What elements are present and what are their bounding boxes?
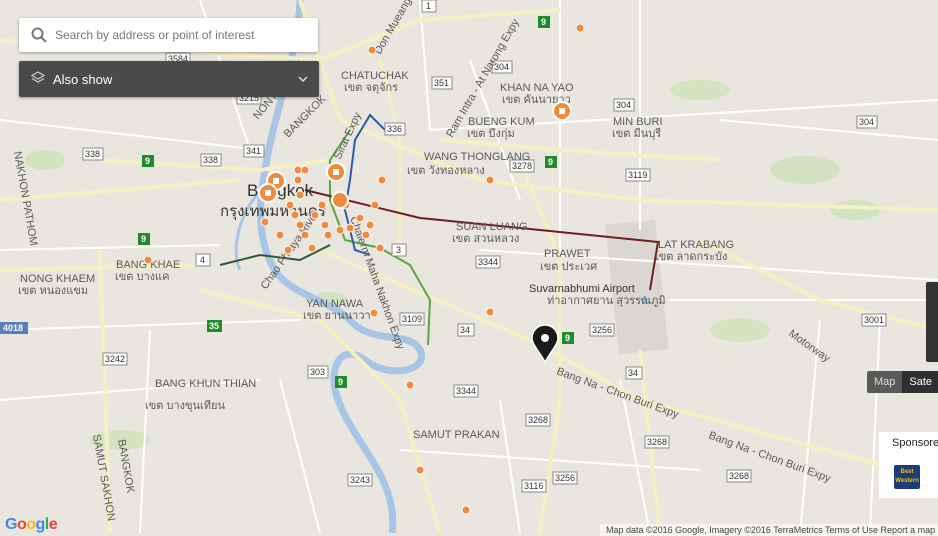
svg-text:4: 4 bbox=[200, 255, 205, 265]
label-bang-khun-thian: BANG KHUN THIAN bbox=[155, 378, 256, 390]
svg-text:1: 1 bbox=[426, 1, 431, 11]
chevron-down-icon bbox=[297, 73, 309, 85]
label-chatuchak: CHATUCHAK bbox=[341, 70, 409, 82]
label-prawet-th: เขต ประเวศ bbox=[540, 261, 597, 273]
label-khan-na-yao: KHAN NA YAO bbox=[500, 82, 574, 94]
svg-text:3001: 3001 bbox=[864, 315, 884, 325]
label-yan-nawa: YAN NAWA bbox=[306, 298, 364, 310]
label-chatuchak-th: เขต จตุจักร bbox=[344, 82, 398, 94]
svg-text:304: 304 bbox=[859, 117, 874, 127]
also-show-label: Also show bbox=[53, 71, 113, 87]
svg-text:303: 303 bbox=[310, 367, 325, 377]
label-bang-khae-th: เขต บางแค bbox=[115, 271, 169, 283]
also-show-dropdown[interactable]: Also show bbox=[19, 61, 319, 97]
svg-text:341: 341 bbox=[246, 146, 261, 156]
svg-text:34: 34 bbox=[628, 368, 638, 378]
svg-text:34: 34 bbox=[460, 325, 470, 335]
label-wang-thonglang-th: เขต วังทองหลาง bbox=[407, 165, 485, 177]
search-icon bbox=[31, 27, 47, 43]
svg-text:351: 351 bbox=[434, 78, 449, 88]
svg-text:9: 9 bbox=[141, 234, 146, 244]
svg-text:9: 9 bbox=[541, 17, 546, 27]
label-min-buri: MIN BURI bbox=[613, 116, 663, 128]
svg-text:3344: 3344 bbox=[478, 257, 498, 267]
svg-text:3116: 3116 bbox=[524, 481, 543, 491]
svg-text:9: 9 bbox=[145, 156, 150, 166]
svg-text:4018: 4018 bbox=[3, 323, 23, 333]
label-wang-thonglang: WANG THONGLANG bbox=[424, 151, 530, 163]
svg-text:3256: 3256 bbox=[555, 473, 575, 483]
label-airport: Suvarnabhumi Airport bbox=[529, 283, 635, 295]
svg-text:3242: 3242 bbox=[105, 354, 125, 364]
svg-text:3268: 3268 bbox=[729, 471, 749, 481]
svg-text:3256: 3256 bbox=[592, 325, 612, 335]
label-lat-krabang: LAT KRABANG bbox=[658, 239, 734, 251]
svg-text:3268: 3268 bbox=[647, 437, 667, 447]
label-nong-khaem-th: เขต หนองแขม bbox=[18, 285, 88, 297]
svg-text:338: 338 bbox=[85, 149, 100, 159]
map-type-map-button[interactable]: Map bbox=[867, 371, 903, 393]
svg-text:304: 304 bbox=[616, 100, 631, 110]
svg-text:3119: 3119 bbox=[628, 170, 647, 180]
svg-text:9: 9 bbox=[565, 333, 570, 343]
search-box[interactable] bbox=[19, 18, 318, 52]
label-bueng-kum-th: เขต บึงกุ่ม bbox=[467, 128, 515, 140]
sponsor-label: Sponsore bbox=[892, 437, 938, 449]
map-type-satellite-button[interactable]: Sate bbox=[902, 371, 938, 393]
svg-text:3243: 3243 bbox=[350, 475, 370, 485]
sponsor-logo[interactable]: Best Western bbox=[894, 465, 920, 489]
airport-icon: ✈ bbox=[640, 293, 650, 307]
svg-text:9: 9 bbox=[548, 157, 553, 167]
svg-text:336: 336 bbox=[387, 124, 402, 134]
svg-text:3109: 3109 bbox=[402, 314, 422, 324]
label-yan-nawa-th: เขต ยานนาวา bbox=[303, 310, 371, 322]
svg-text:9: 9 bbox=[338, 377, 343, 387]
search-input[interactable] bbox=[53, 27, 307, 43]
label-suan-luang: SUAN LUANG bbox=[456, 221, 528, 233]
svg-text:35: 35 bbox=[209, 321, 219, 331]
svg-text:338: 338 bbox=[203, 155, 218, 165]
svg-text:3268: 3268 bbox=[528, 415, 548, 425]
label-bueng-kum: BUENG KUM bbox=[468, 116, 535, 128]
label-lat-krabang-th: เขต ลาดกระบัง bbox=[655, 251, 727, 263]
svg-text:3: 3 bbox=[396, 245, 401, 255]
layers-icon bbox=[31, 71, 47, 87]
label-min-buri-th: เขต มีนบุรี bbox=[612, 127, 661, 140]
google-logo[interactable]: Google bbox=[5, 516, 58, 534]
label-bang-khun-thian-th: เขต บางขุนเทียน bbox=[145, 399, 226, 412]
label-suan-luang-th: เขต สวนหลวง bbox=[452, 233, 519, 245]
svg-text:3344: 3344 bbox=[456, 386, 476, 396]
map-attribution: Map data ©2016 Google, Imagery ©2016 Ter… bbox=[600, 524, 938, 536]
label-samut-prakan: SAMUT PRAKAN bbox=[413, 429, 500, 441]
label-prawet: PRAWET bbox=[544, 248, 591, 260]
label-nong-khaem: NONG KHAEM bbox=[20, 273, 95, 285]
map-type-control[interactable]: Map Sate bbox=[867, 371, 938, 393]
zoom-control[interactable] bbox=[926, 282, 938, 362]
sponsor-panel: Sponsore Best Western bbox=[879, 432, 938, 498]
